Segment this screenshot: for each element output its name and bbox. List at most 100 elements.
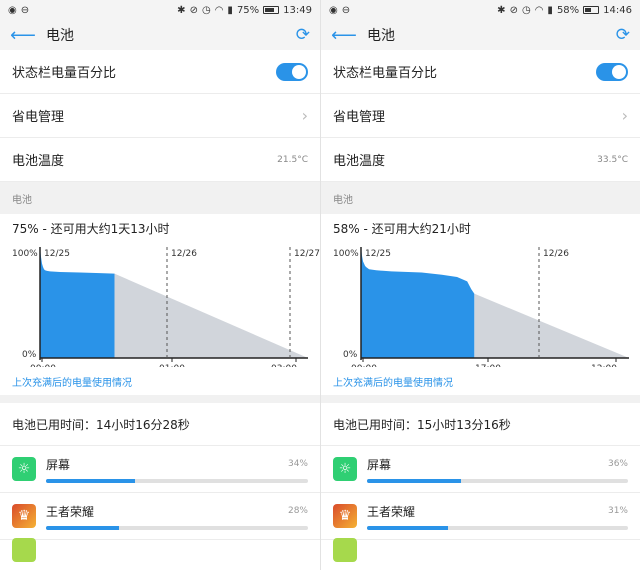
signal-icon: ▮ bbox=[227, 4, 233, 16]
section-header: 电池 bbox=[321, 182, 640, 214]
status-bar: ◉ ⊖ ✱ ⊘ ◷ ◠ ▮ 75% 13:49 bbox=[0, 0, 320, 20]
app-usage-row-screen[interactable]: ☼ 屏幕 36% bbox=[321, 446, 640, 493]
battery-temperature-setting: 电池温度 33.5°C bbox=[321, 138, 640, 182]
app-percent: 36% bbox=[607, 459, 628, 469]
battery-icon bbox=[263, 6, 280, 14]
setting-label: 电池温度 bbox=[333, 154, 386, 169]
status-time: 14:46 bbox=[603, 4, 632, 16]
status-bar: ◉ ⊖ ✱ ⊘ ◷ ◠ ▮ 58% 14:46 bbox=[321, 0, 640, 20]
date-label: 12/26 bbox=[171, 249, 197, 259]
x-tick-label: 12:00 bbox=[591, 364, 617, 367]
notification-icon: ◉ bbox=[329, 4, 338, 16]
battery-percent-setting[interactable]: 状态栏电量百分比 bbox=[0, 50, 320, 94]
temperature-value: 33.5°C bbox=[597, 154, 628, 165]
battery-percent-toggle[interactable] bbox=[596, 62, 628, 81]
date-label: 12/27 bbox=[294, 249, 320, 259]
app-bar: ⟵ 电池 ⟳ bbox=[321, 20, 640, 50]
app-usage-row-game[interactable]: ♛ 王者荣耀 28% bbox=[0, 493, 320, 540]
app-name: 王者荣耀 bbox=[46, 504, 95, 519]
page-title: 电池 bbox=[367, 28, 395, 44]
app-icon-partial bbox=[333, 538, 357, 562]
battery-temperature-setting: 电池温度 21.5°C bbox=[0, 138, 320, 182]
battery-used-time: 电池已用时间：15小时13分16秒 bbox=[321, 403, 640, 446]
app-icon-partial bbox=[12, 538, 36, 562]
battery-chart-svg: 12/25 12/26 100% 0% 00:00 17:00 12:00 bbox=[333, 247, 629, 367]
game-icon: ♛ bbox=[333, 504, 357, 528]
setting-label: 状态栏电量百分比 bbox=[333, 66, 438, 81]
bluetooth-icon: ✱ bbox=[177, 4, 186, 16]
notification-icon: ◉ bbox=[8, 4, 17, 16]
used-area bbox=[361, 247, 475, 358]
screen-icon: ☼ bbox=[12, 457, 36, 481]
x-tick-label: 00:00 bbox=[30, 364, 56, 367]
power-saving-setting[interactable]: 省电管理 › bbox=[321, 94, 640, 138]
date-label: 12/25 bbox=[365, 249, 391, 259]
usage-bar bbox=[367, 478, 461, 483]
battery-screen-left: ◉ ⊖ ✱ ⊘ ◷ ◠ ▮ 75% 13:49 ⟵ 电池 ⟳ 状态栏电量百分比 省… bbox=[0, 0, 320, 570]
x-tick-label: 01:00 bbox=[159, 364, 185, 367]
app-usage-row-game[interactable]: ♛ 王者荣耀 31% bbox=[321, 493, 640, 540]
y-tick-label: 100% bbox=[333, 249, 359, 259]
app-name: 屏幕 bbox=[46, 457, 71, 472]
usage-history-link[interactable]: 上次充满后的电量使用情况 bbox=[0, 367, 320, 403]
date-label: 12/26 bbox=[543, 249, 569, 259]
x-tick-label: 03:00 bbox=[271, 364, 297, 367]
app-usage-row-screen[interactable]: ☼ 屏幕 34% bbox=[0, 446, 320, 493]
setting-label: 电池温度 bbox=[12, 154, 65, 169]
chevron-right-icon: › bbox=[301, 106, 308, 125]
screen-icon: ☼ bbox=[333, 457, 357, 481]
game-icon: ♛ bbox=[12, 504, 36, 528]
battery-percent-toggle[interactable] bbox=[276, 62, 308, 81]
chevron-right-icon: › bbox=[621, 106, 628, 125]
battery-chart: 12/25 12/26 12/27 100% 0% 00:00 01:00 03:00 bbox=[0, 242, 320, 367]
app-bar: ⟵ 电池 ⟳ bbox=[0, 20, 320, 50]
bluetooth-icon: ✱ bbox=[497, 4, 506, 16]
signal-icon: ▮ bbox=[547, 4, 553, 16]
y-tick-label: 100% bbox=[12, 249, 38, 259]
battery-chart-svg: 12/25 12/26 12/27 100% 0% 00:00 01:00 03:00 bbox=[12, 247, 320, 367]
battery-icon bbox=[583, 6, 600, 14]
page-title: 电池 bbox=[46, 28, 74, 44]
section-header: 电池 bbox=[0, 182, 320, 214]
sync-icon: ⊖ bbox=[341, 4, 351, 16]
battery-summary: 58% - 还可用大约21小时 bbox=[333, 221, 471, 236]
temperature-value: 21.5°C bbox=[277, 154, 308, 165]
back-arrow-icon[interactable]: ⟵ bbox=[331, 25, 361, 46]
setting-label: 状态栏电量百分比 bbox=[12, 66, 117, 81]
refresh-icon[interactable]: ⟳ bbox=[296, 25, 310, 45]
refresh-icon[interactable]: ⟳ bbox=[616, 25, 630, 45]
app-percent: 31% bbox=[607, 506, 628, 516]
usage-bar bbox=[46, 525, 120, 530]
x-tick-label: 00:00 bbox=[351, 364, 377, 367]
predicted-area bbox=[474, 293, 629, 358]
usage-bar bbox=[46, 478, 136, 483]
battery-percent: 58% bbox=[556, 4, 580, 16]
usage-bar bbox=[367, 525, 448, 530]
app-name: 屏幕 bbox=[367, 457, 392, 472]
status-time: 13:49 bbox=[283, 4, 312, 16]
split-comparison: ◉ ⊖ ✱ ⊘ ◷ ◠ ▮ 75% 13:49 ⟵ 电池 ⟳ 状态栏电量百分比 省… bbox=[0, 0, 640, 570]
date-label: 12/25 bbox=[44, 249, 70, 259]
battery-summary: 75% - 还可用大约1天13小时 bbox=[12, 221, 170, 236]
wifi-icon: ◠ bbox=[214, 4, 224, 16]
battery-percent-setting[interactable]: 状态栏电量百分比 bbox=[321, 50, 640, 94]
setting-label: 省电管理 bbox=[12, 110, 65, 125]
y-tick-label: 0% bbox=[22, 350, 37, 360]
y-tick-label: 0% bbox=[343, 350, 358, 360]
x-tick-label: 17:00 bbox=[475, 364, 501, 367]
sync-icon: ⊖ bbox=[20, 4, 30, 16]
battery-percent: 75% bbox=[236, 4, 260, 16]
predicted-area bbox=[114, 273, 308, 358]
mute-icon: ⊘ bbox=[189, 4, 198, 16]
app-name: 王者荣耀 bbox=[367, 504, 416, 519]
mute-icon: ⊘ bbox=[509, 4, 518, 16]
back-arrow-icon[interactable]: ⟵ bbox=[10, 25, 40, 46]
setting-label: 省电管理 bbox=[333, 110, 386, 125]
battery-screen-right: ◉ ⊖ ✱ ⊘ ◷ ◠ ▮ 58% 14:46 ⟵ 电池 ⟳ 状态栏电量百分比 省… bbox=[320, 0, 640, 570]
alarm-icon: ◷ bbox=[201, 4, 211, 16]
used-area bbox=[40, 247, 115, 358]
power-saving-setting[interactable]: 省电管理 › bbox=[0, 94, 320, 138]
usage-history-link[interactable]: 上次充满后的电量使用情况 bbox=[321, 367, 640, 403]
alarm-icon: ◷ bbox=[521, 4, 531, 16]
wifi-icon: ◠ bbox=[534, 4, 544, 16]
